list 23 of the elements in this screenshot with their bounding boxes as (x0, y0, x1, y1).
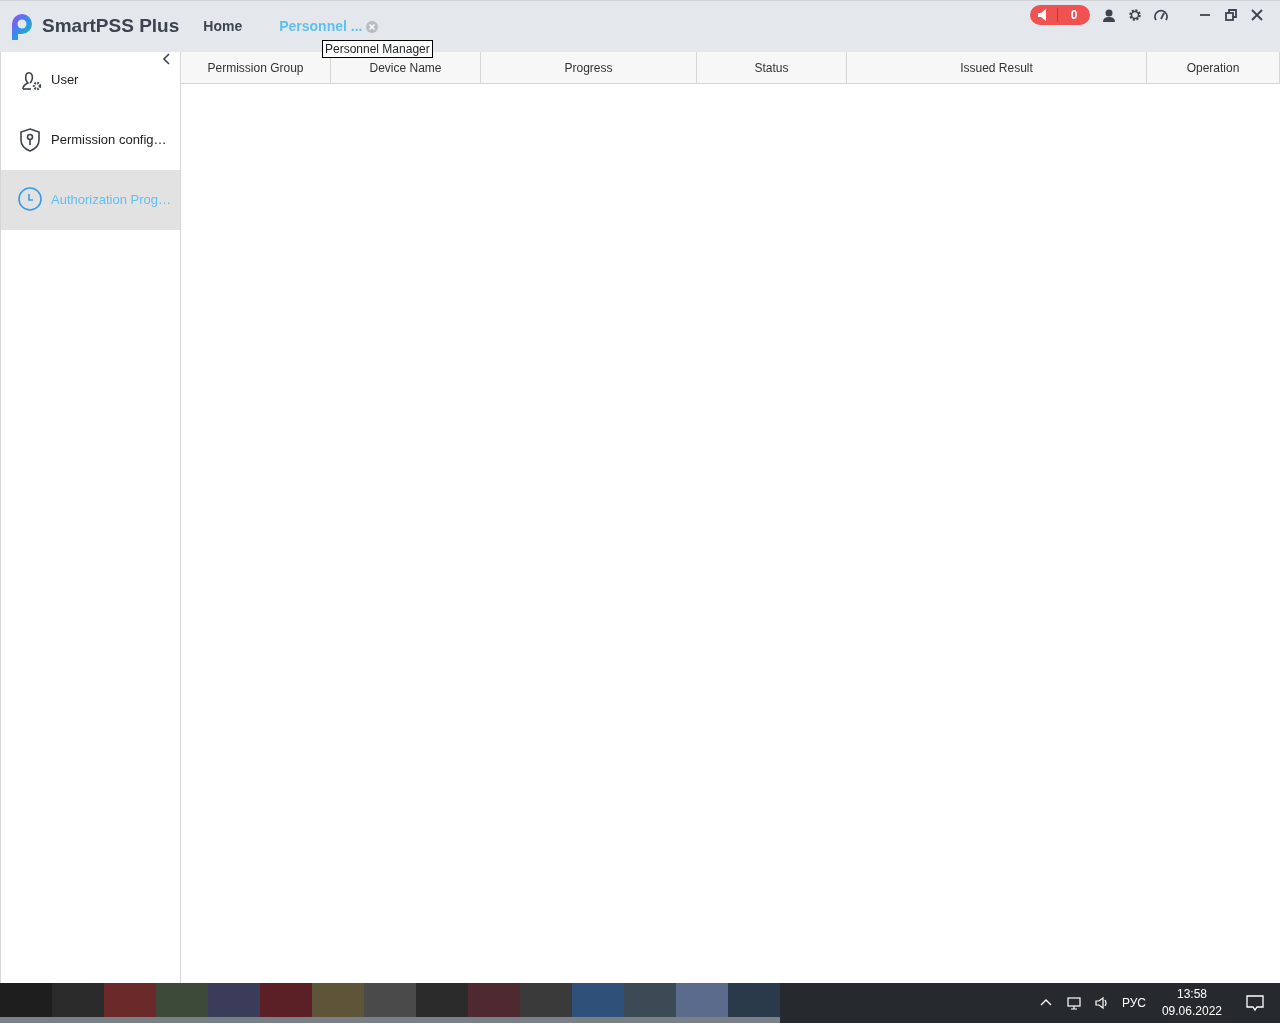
column-header: Permission Group (181, 52, 331, 84)
clock-date[interactable]: 09.06.2022 (1161, 1003, 1222, 1020)
column-header: Status (697, 52, 847, 84)
close-icon[interactable] (1250, 8, 1264, 22)
volume-icon[interactable] (1093, 995, 1110, 1011)
sidebar-item[interactable]: Permission config… (1, 110, 180, 170)
settings-icon[interactable] (1128, 8, 1142, 22)
alarm-count: 0 (1069, 7, 1079, 24)
collapse-icon[interactable] (162, 52, 172, 66)
sidebar-item[interactable]: User (1, 50, 180, 110)
app-title: SmartPSS Plus (42, 14, 180, 39)
column-header: Progress (481, 52, 697, 84)
restore-icon[interactable] (1224, 8, 1238, 22)
network-icon[interactable] (1065, 995, 1082, 1011)
clock-icon (18, 187, 44, 213)
tab[interactable]: Home (203, 16, 243, 37)
user-icon[interactable] (1102, 8, 1116, 22)
gauge-icon[interactable] (1154, 8, 1168, 22)
column-header: Operation (1147, 52, 1280, 84)
notification-icon[interactable] (1246, 994, 1264, 1012)
column-header: Issued Result (847, 52, 1147, 84)
language-indicator[interactable]: РУС (1121, 994, 1146, 1012)
clock-time[interactable]: 13:58 (1176, 986, 1207, 1003)
